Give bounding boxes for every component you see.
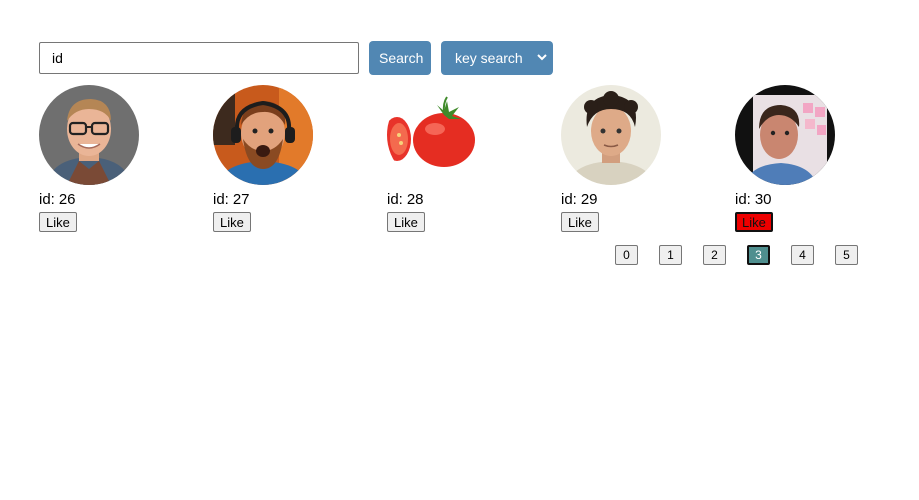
id-value: 29 <box>580 191 598 208</box>
like-button[interactable]: Like <box>39 212 77 232</box>
page-button[interactable]: 2 <box>703 245 726 265</box>
search-bar: Search key search <box>39 41 553 75</box>
page-button-current[interactable]: 3 <box>747 245 770 265</box>
id-label: id: <box>735 191 751 208</box>
man-whiteboard-portrait-icon <box>735 85 835 185</box>
id-label: id: <box>561 191 577 208</box>
search-input[interactable] <box>39 42 359 74</box>
id-label: id: <box>213 191 229 208</box>
man-glasses-portrait-icon <box>39 85 139 185</box>
search-mode-value[interactable]: key search <box>441 41 553 75</box>
user-card: id: 30 Like <box>735 85 909 232</box>
user-card: id: 29 Like <box>561 85 735 232</box>
tomato-image-icon <box>387 85 487 185</box>
id-label: id: <box>387 191 403 208</box>
id-value: 26 <box>58 191 76 208</box>
user-card: id: 28 Like <box>387 85 561 232</box>
page-button[interactable]: 0 <box>615 245 638 265</box>
pagination: 0 1 2 3 4 5 <box>615 245 858 265</box>
like-button-liked[interactable]: Like <box>735 212 773 232</box>
search-mode-select[interactable]: key search <box>441 41 553 75</box>
page-button[interactable]: 1 <box>659 245 682 265</box>
user-card: id: 27 Like <box>213 85 387 232</box>
card-id: id: 29 <box>561 192 735 208</box>
like-button[interactable]: Like <box>561 212 599 232</box>
card-id: id: 26 <box>39 192 213 208</box>
id-value: 30 <box>754 191 772 208</box>
page-button[interactable]: 4 <box>791 245 814 265</box>
man-headphones-portrait-icon <box>213 85 313 185</box>
card-id: id: 27 <box>213 192 387 208</box>
card-id: id: 28 <box>387 192 561 208</box>
card-list: id: 26 Like id: 27 Like id: 28 Like id: … <box>39 85 909 232</box>
like-button[interactable]: Like <box>387 212 425 232</box>
like-button[interactable]: Like <box>213 212 251 232</box>
id-label: id: <box>39 191 55 208</box>
man-curly-hair-portrait-icon <box>561 85 661 185</box>
id-value: 28 <box>406 191 424 208</box>
page-button[interactable]: 5 <box>835 245 858 265</box>
id-value: 27 <box>232 191 250 208</box>
search-button[interactable]: Search <box>369 41 431 75</box>
card-id: id: 30 <box>735 192 909 208</box>
user-card: id: 26 Like <box>39 85 213 232</box>
